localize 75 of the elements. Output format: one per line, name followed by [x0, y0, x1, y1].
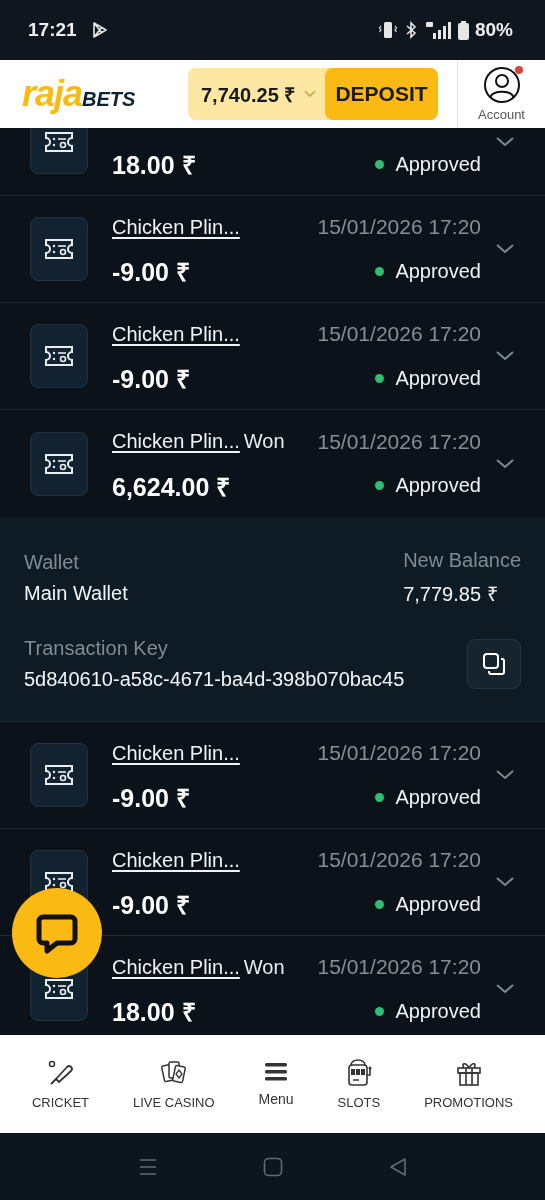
nav-tab[interactable]: CRICKET — [31, 1058, 90, 1110]
chevron-down-icon[interactable] — [495, 983, 515, 995]
cricket-bat-icon — [46, 1058, 75, 1087]
ticket-icon — [44, 238, 74, 260]
deposit-button[interactable]: DEPOSIT — [325, 68, 438, 120]
transaction-amount: -9.00 ₹ — [112, 890, 190, 921]
game-link[interactable]: Chicken Plin... — [112, 322, 240, 346]
back-icon[interactable] — [387, 1156, 408, 1177]
transaction-amount: 18.00 ₹ — [112, 997, 196, 1028]
wallet-label: Wallet — [24, 551, 80, 574]
transaction-row[interactable]: 18.00 ₹ Approved — [0, 128, 545, 196]
game-link[interactable]: Chicken Plin... — [112, 430, 240, 453]
wallet-value: Main Wallet — [24, 582, 128, 605]
new-balance-value: 7,779.85 ₹ — [403, 582, 499, 607]
nav-tab[interactable]: LIVE CASINO — [133, 1058, 215, 1110]
transaction-amount: 18.00 ₹ — [112, 150, 196, 181]
transaction-date: 15/01/2026 17:20 — [317, 741, 481, 765]
transaction-date: 15/01/2026 17:20 — [317, 848, 481, 872]
status-label: Approved — [395, 259, 481, 283]
battery-icon — [457, 20, 469, 40]
transaction-date: 15/01/2026 17:20 — [317, 215, 481, 239]
chevron-down-icon[interactable] — [495, 243, 515, 255]
nav-tab[interactable]: Menu — [258, 1061, 294, 1107]
status-label: Approved — [395, 152, 481, 176]
ticket-icon — [44, 764, 74, 786]
transaction-date: 15/01/2026 17:20 — [317, 429, 481, 454]
game-link[interactable]: Chicken Plin... — [112, 741, 240, 765]
chevron-down-icon — [303, 89, 318, 99]
copy-icon — [481, 651, 507, 677]
chevron-down-icon[interactable] — [495, 136, 515, 148]
balance-dropdown[interactable]: 7,740.25 ₹ — [188, 68, 326, 120]
transaction-row[interactable]: Chicken Plin... 15/01/2026 17:20 -9.00 ₹ Approved — [0, 722, 545, 829]
signal-icon — [423, 20, 452, 40]
user-icon — [482, 66, 521, 104]
status-label: Approved — [395, 892, 481, 916]
battery-level: 80% — [474, 19, 513, 41]
transaction-amount: -9.00 ₹ — [112, 257, 190, 288]
new-balance-label: New Balance — [403, 549, 521, 572]
logo[interactable]: rajaBETS — [22, 73, 172, 115]
transaction-row[interactable]: Chicken Plin... 15/01/2026 17:20 -9.00 ₹ Approved — [0, 303, 545, 410]
ticket-icon — [44, 345, 74, 367]
ticket-icon — [44, 452, 74, 475]
transaction-row[interactable]: Chicken Plin... Won 15/01/2026 17:20 6,624.00 ₹ Approved — [0, 410, 545, 517]
chevron-down-icon[interactable] — [495, 350, 515, 362]
ticket-icon — [44, 978, 74, 1000]
recent-apps-icon[interactable] — [137, 1156, 158, 1177]
game-link[interactable]: Chicken Plin... — [112, 848, 240, 872]
status-label: Approved — [395, 474, 481, 497]
copy-button[interactable] — [467, 639, 521, 689]
play-store-icon — [90, 21, 109, 39]
transaction-amount: -9.00 ₹ — [112, 783, 190, 814]
transaction-date: 15/01/2026 17:20 — [317, 322, 481, 346]
transaction-amount: -9.00 ₹ — [112, 364, 190, 395]
transaction-date: 15/01/2026 17:20 — [317, 955, 481, 979]
game-link[interactable]: Chicken Plin... — [112, 955, 240, 979]
chevron-down-icon[interactable] — [495, 769, 515, 781]
ticket-icon — [44, 131, 74, 153]
chevron-down-icon[interactable] — [495, 457, 515, 470]
status-time: 17:21 — [28, 19, 77, 41]
transaction-key-value: 5d840610-a58c-4671-ba4d-398b070bac45 — [24, 668, 405, 691]
chevron-down-icon[interactable] — [495, 876, 515, 888]
nav-tab[interactable]: PROMOTIONS — [424, 1058, 513, 1110]
status-label: Approved — [395, 785, 481, 809]
status-label: Approved — [395, 999, 481, 1023]
status-label: Approved — [395, 366, 481, 390]
transaction-amount: 6,624.00 ₹ — [112, 471, 231, 503]
win-label: Won — [243, 430, 285, 453]
win-label: Won — [243, 955, 285, 979]
menu-icon — [264, 1061, 289, 1083]
vibrate-icon — [377, 21, 398, 39]
transaction-key-label: Transaction Key — [24, 637, 169, 660]
nav-tab[interactable]: SLOTS — [337, 1058, 381, 1110]
game-link[interactable]: Chicken Plin... — [112, 215, 240, 239]
home-icon[interactable] — [262, 1156, 283, 1177]
transaction-row[interactable]: Chicken Plin... 15/01/2026 17:20 -9.00 ₹ Approved — [0, 196, 545, 303]
